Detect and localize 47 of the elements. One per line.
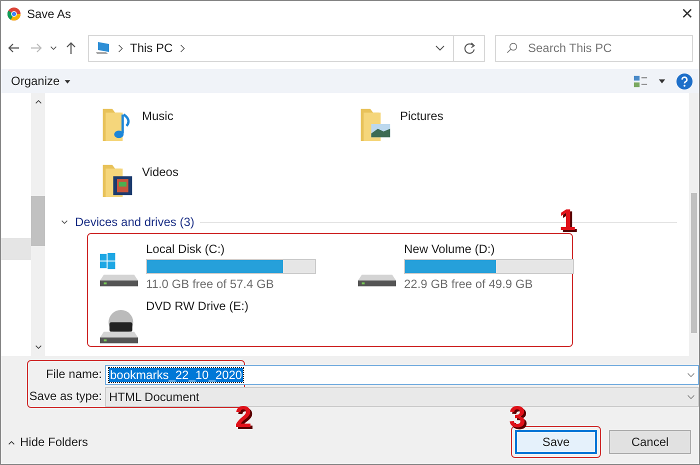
refresh-icon (462, 42, 476, 54)
scrollbar[interactable] (31, 93, 45, 356)
folder-name[interactable]: Videos (142, 165, 178, 179)
file-name-field[interactable]: bookmarks_22_10_2020 (105, 365, 699, 385)
chevron-icon (117, 44, 124, 52)
chevron-icon (178, 44, 186, 52)
folder-name[interactable]: Pictures (400, 109, 444, 123)
drive-name[interactable]: DVD RW Drive (E:) (146, 299, 248, 313)
search-icon (506, 42, 518, 54)
field-label: File name: (46, 367, 102, 382)
cancel-button[interactable]: Cancel (609, 430, 691, 454)
breadcrumb[interactable]: This PC (130, 41, 173, 55)
up-icon[interactable] (64, 41, 78, 55)
annotation-number: 1 (559, 206, 576, 236)
scroll-thumb[interactable] (31, 196, 45, 246)
search-field[interactable]: Search This PC (495, 34, 693, 62)
computer-icon (95, 41, 111, 55)
scroll-up-icon[interactable] (34, 97, 42, 106)
scrollbar[interactable] (689, 93, 699, 356)
hide-folders-button[interactable]: Hide Folders (7, 435, 88, 449)
file-type-dropdown[interactable]: HTML Document (105, 387, 699, 407)
window-title: Save As (27, 7, 72, 21)
refresh-button[interactable] (454, 34, 485, 62)
field-label: Save as type: (29, 389, 102, 404)
dropdown-icon[interactable] (435, 43, 445, 53)
drive-space: 22.9 GB free of 49.9 GB (404, 277, 534, 291)
drive-space: 11.0 GB free of 57.4 GB (146, 277, 275, 291)
view-icon[interactable] (633, 74, 648, 88)
browser-icon (7, 7, 21, 21)
drive-name[interactable]: New Volume (D:) (404, 242, 574, 256)
selected-text: bookmarks_22_10_2020 (109, 368, 244, 382)
caret-icon (64, 78, 71, 84)
dropdown-icon[interactable] (49, 44, 58, 52)
folder-name[interactable]: Music (142, 109, 174, 123)
dropdown-icon[interactable] (658, 77, 666, 85)
help-icon[interactable] (676, 72, 693, 90)
back-icon[interactable] (7, 41, 21, 55)
scroll-thumb[interactable] (691, 193, 697, 333)
address-bar[interactable]: This PC (88, 34, 454, 62)
section-header[interactable]: Devices and drives (3) (75, 215, 194, 229)
organize-menu[interactable]: Organize (11, 74, 71, 88)
drive-name[interactable]: Local Disk (C:) (146, 242, 316, 256)
save-button[interactable]: Save (515, 430, 597, 454)
collapse-icon[interactable] (60, 218, 69, 226)
search-input[interactable]: Search This PC (526, 40, 660, 56)
close-button[interactable]: × (681, 4, 693, 24)
scroll-down-icon[interactable] (34, 343, 42, 352)
